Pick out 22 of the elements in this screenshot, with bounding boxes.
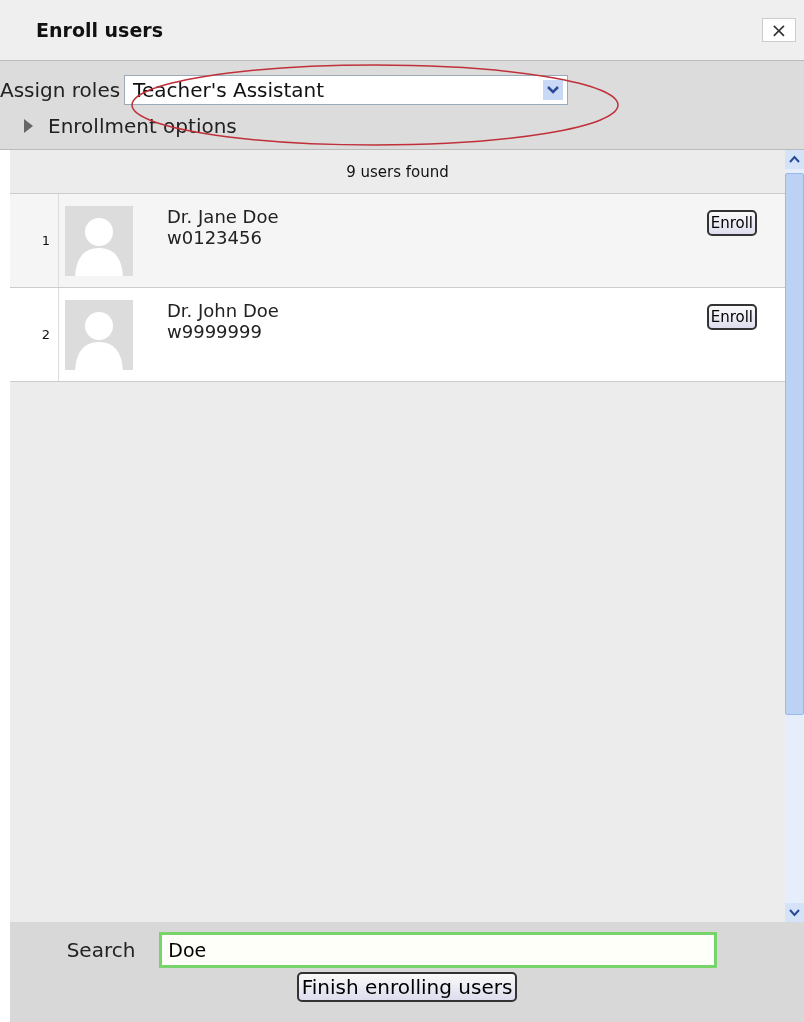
dialog-title: Enroll users [36,19,163,41]
scroll-down-icon[interactable] [785,903,804,922]
finish-button[interactable]: Finish enrolling users [296,972,518,1002]
user-id: w9999999 [167,321,263,342]
enroll-button[interactable]: Enroll [706,210,757,236]
field-label: Assign roles [0,78,121,102]
search-label: Search [66,938,136,962]
triangle-icon [22,119,34,133]
close-button[interactable]: × [762,18,796,42]
search-field[interactable]: Doe [159,932,718,968]
user-id: w0123456 [167,227,263,248]
user-name: Dr. Jane Doe [167,206,280,227]
row-number: 2 [40,326,51,344]
enroll-button[interactable]: Enroll [706,304,757,330]
avatar-icon [65,205,133,276]
avatar-icon [65,299,133,370]
enrollment-options-toggle[interactable]: Enrollment options [0,113,804,139]
row-number: 1 [40,232,51,250]
scrollbar[interactable] [785,150,804,922]
chevron-down-icon[interactable] [543,80,564,100]
scroll-up-icon[interactable] [785,150,804,169]
user-name: Dr. John Doe [167,300,280,321]
